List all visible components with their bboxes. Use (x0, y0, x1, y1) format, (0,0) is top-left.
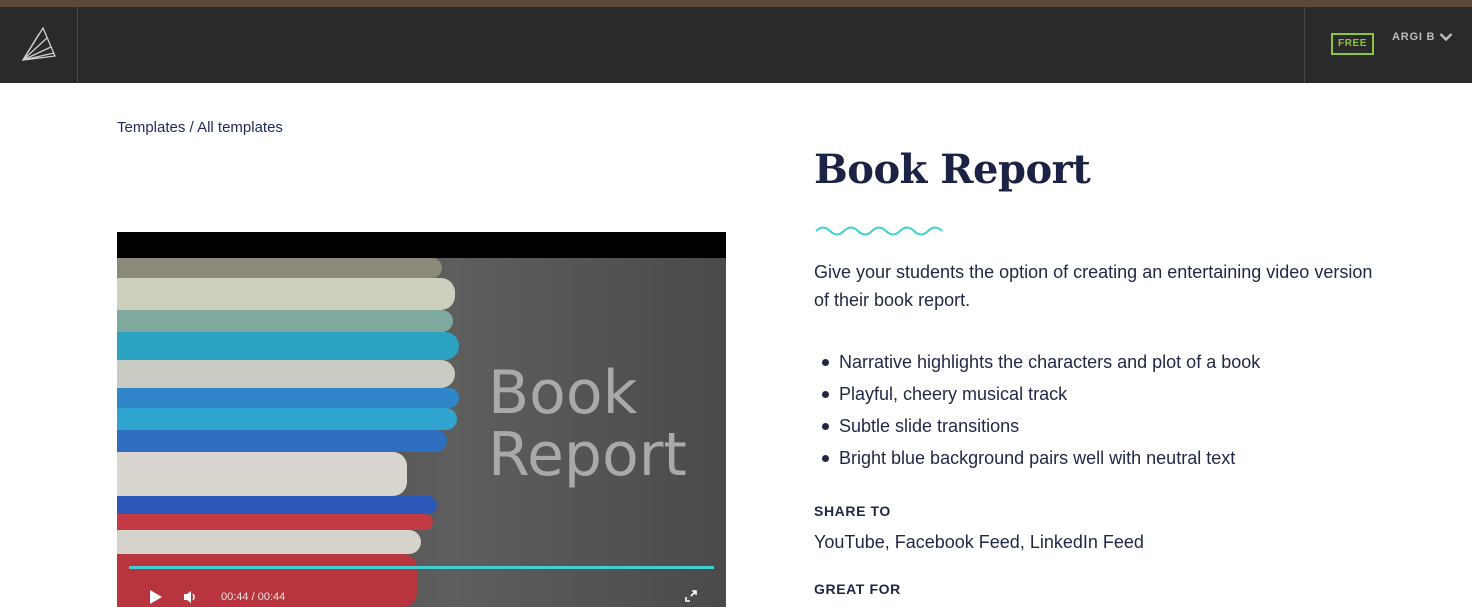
fullscreen-icon[interactable] (684, 589, 698, 603)
book-spine (117, 388, 459, 408)
user-name: ARGI B (1392, 31, 1436, 43)
book-spine (117, 332, 459, 360)
feature-item: Playful, cheery musical track (822, 378, 1260, 410)
video-controls: 00:44 / 00:44 (117, 587, 726, 607)
feature-item: Subtle slide transitions (822, 410, 1260, 442)
breadcrumb-separator: / (185, 119, 198, 136)
volume-icon[interactable] (183, 590, 199, 604)
share-to-value: YouTube, Facebook Feed, LinkedIn Feed (814, 532, 1144, 552)
breadcrumb-all-templates-link[interactable]: All templates (197, 119, 283, 136)
top-header: FREE ARGI B (0, 7, 1472, 83)
book-spine (117, 258, 442, 278)
play-icon[interactable] (149, 590, 163, 604)
book-spine (117, 530, 421, 554)
feature-list: Narrative highlights the characters and … (822, 346, 1260, 474)
video-player[interactable]: Book Report 00:44 / 00:44 (117, 232, 726, 607)
breadcrumb-templates-link[interactable]: Templates (117, 119, 185, 136)
overlay-line-1: Book (488, 358, 638, 428)
plan-badge: FREE (1331, 33, 1375, 55)
feature-item: Narrative highlights the characters and … (822, 346, 1260, 378)
breadcrumb: Templates / All templates (117, 119, 283, 136)
video-overlay-title: Book Report (488, 362, 687, 486)
wave-divider-icon (815, 226, 943, 236)
book-spine (117, 408, 457, 430)
great-for-label: GREAT FOR (814, 581, 901, 597)
book-spine (117, 278, 455, 310)
paper-fan-logo-icon (21, 26, 56, 61)
feature-item: Bright blue background pairs well with n… (822, 442, 1260, 474)
book-spine (117, 430, 447, 452)
share-to-label: SHARE TO (814, 503, 891, 519)
user-menu[interactable]: ARGI B (1392, 31, 1453, 43)
time-total: 00:44 (257, 591, 286, 603)
account-area: FREE ARGI B (1304, 7, 1472, 83)
book-spine (117, 514, 433, 530)
overlay-line-2: Report (488, 420, 687, 490)
video-frame: Book Report (117, 258, 726, 607)
book-spine (117, 452, 407, 496)
template-title: Book Report (814, 146, 1091, 193)
book-spine (117, 360, 455, 388)
book-spine (117, 310, 453, 332)
top-accent-strip (0, 0, 1472, 7)
template-description: Give your students the option of creatin… (814, 262, 1373, 310)
time-separator: / (248, 591, 258, 603)
video-progress-bar[interactable] (129, 566, 714, 569)
book-spine (117, 496, 437, 514)
chevron-down-icon (1439, 33, 1453, 42)
time-current: 00:44 (221, 591, 249, 603)
logo-link[interactable] (0, 7, 78, 83)
